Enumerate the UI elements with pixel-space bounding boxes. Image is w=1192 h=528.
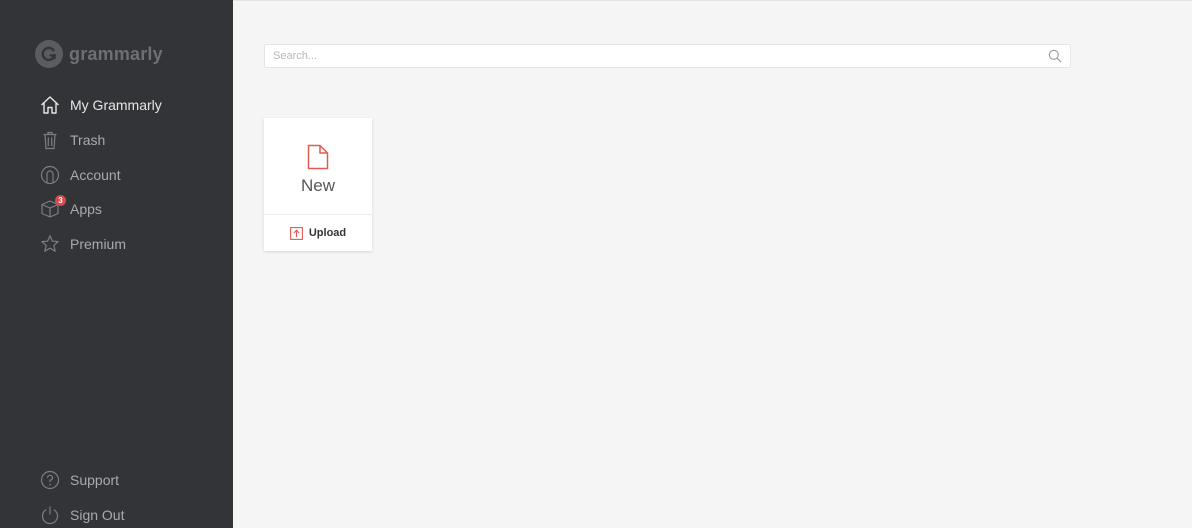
new-document-card: New Upload — [264, 118, 372, 251]
sidebar-item-label: Account — [70, 167, 121, 183]
upload-icon — [289, 226, 303, 240]
sidebar-item-label: Sign Out — [70, 507, 125, 523]
grammarly-g-icon — [35, 40, 63, 68]
brand-name: grammarly — [69, 43, 163, 64]
trash-icon — [40, 130, 60, 150]
star-icon — [40, 234, 60, 254]
power-icon — [40, 505, 60, 525]
sidebar-item-label: Apps — [70, 201, 102, 217]
new-document-button[interactable]: New — [264, 118, 372, 214]
sidebar-item-sign-out[interactable]: Sign Out — [40, 502, 124, 528]
upload-button[interactable]: Upload — [264, 215, 372, 251]
help-icon — [40, 470, 60, 490]
sidebar-item-apps[interactable]: 3 Apps — [40, 195, 102, 222]
sidebar-item-account[interactable]: Account — [40, 162, 121, 188]
grammarly-logo[interactable]: grammarly — [35, 40, 163, 68]
new-label: New — [300, 176, 335, 195]
sidebar-item-label: Support — [70, 472, 120, 488]
home-icon — [40, 95, 60, 115]
sidebar-item-support[interactable]: Support — [40, 467, 119, 493]
search-bar — [264, 44, 1071, 68]
search-icon[interactable] — [1048, 49, 1062, 63]
sidebar-item-label: My Grammarly — [70, 97, 162, 113]
apps-icon: 3 — [40, 195, 66, 219]
sidebar-item-label: Premium — [70, 236, 127, 252]
upload-label: Upload — [308, 227, 347, 239]
sidebar-item-premium[interactable]: Premium — [40, 231, 126, 257]
search-input[interactable] — [265, 45, 1045, 67]
apps-badge: 3 — [55, 195, 66, 206]
document-icon — [307, 144, 329, 170]
sidebar: grammarly My Grammarly Trash Account 3 A… — [0, 0, 233, 528]
sidebar-item-my-grammarly[interactable]: My Grammarly — [40, 92, 162, 118]
main-content: New Upload — [233, 0, 1192, 528]
sidebar-item-label: Trash — [70, 132, 106, 148]
sidebar-item-trash[interactable]: Trash — [40, 127, 105, 153]
account-icon — [40, 165, 60, 185]
